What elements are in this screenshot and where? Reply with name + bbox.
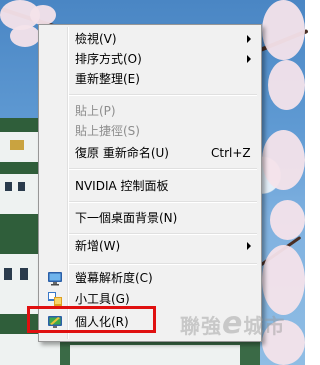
menu-item-label: 小工具(G) xyxy=(75,292,130,306)
castle-ornament xyxy=(10,140,24,150)
castle-window xyxy=(4,268,12,280)
castle-wall xyxy=(0,254,38,314)
menu-item-refresh[interactable]: 重新整理(E) xyxy=(41,69,259,89)
castle-window xyxy=(5,182,12,191)
castle-wall xyxy=(0,174,38,214)
menu-item-label: NVIDIA 控制面板 xyxy=(75,179,169,193)
watermark-e: e xyxy=(222,306,244,341)
personalize-icon xyxy=(48,316,62,328)
menu-item-paste[interactable]: 貼上(P) xyxy=(41,101,259,121)
submenu-arrow-icon xyxy=(247,55,251,63)
menu-separator xyxy=(69,94,257,96)
blossom xyxy=(270,200,305,240)
watermark: 聯強e城市 xyxy=(180,306,285,341)
blossom xyxy=(262,245,305,315)
watermark-prefix: 聯強 xyxy=(180,314,222,338)
blossom xyxy=(30,5,56,25)
castle-roof xyxy=(0,118,38,132)
menu-item-label: 下一個桌面背景(N) xyxy=(75,211,178,225)
castle-roof xyxy=(0,162,38,174)
submenu-arrow-icon xyxy=(247,35,251,43)
menu-separator xyxy=(69,233,257,235)
menu-item-new[interactable]: 新增(W) xyxy=(41,236,259,256)
menu-item-label: 螢幕解析度(C) xyxy=(75,271,153,285)
menu-item-undo-rename[interactable]: 復原 重新命名(U) Ctrl+Z xyxy=(41,143,259,163)
menu-item-label: 貼上(P) xyxy=(75,104,116,118)
menu-item-label: 貼上捷徑(S) xyxy=(75,124,140,138)
watermark-suffix: 城市 xyxy=(243,314,286,338)
blossom xyxy=(262,0,305,60)
menu-item-nvidia-control-panel[interactable]: NVIDIA 控制面板 xyxy=(41,176,259,196)
castle-roof xyxy=(0,314,38,334)
menu-item-next-desktop-background[interactable]: 下一個桌面背景(N) xyxy=(41,208,259,228)
menu-item-label: 新增(W) xyxy=(75,239,121,253)
castle-roof xyxy=(0,214,38,254)
menu-item-sort-by[interactable]: 排序方式(O) xyxy=(41,49,259,69)
menu-item-label: 復原 重新命名(U) xyxy=(75,146,169,160)
menu-separator xyxy=(69,168,257,170)
monitor-icon xyxy=(48,272,62,286)
blossom xyxy=(10,25,40,47)
menu-item-view[interactable]: 檢視(V) xyxy=(41,29,259,49)
menu-separator xyxy=(69,201,257,203)
blossom xyxy=(262,130,305,190)
menu-item-label: 個人化(R) xyxy=(75,315,129,329)
submenu-arrow-icon xyxy=(247,242,251,250)
menu-item-screen-resolution[interactable]: 螢幕解析度(C) xyxy=(41,268,259,288)
menu-item-shortcut: Ctrl+Z xyxy=(211,146,251,160)
castle-window xyxy=(20,268,28,280)
blossom xyxy=(268,60,305,110)
castle-wall xyxy=(70,345,240,365)
gadgets-icon xyxy=(48,292,62,306)
menu-item-label: 重新整理(E) xyxy=(75,72,140,86)
castle-window xyxy=(18,182,25,191)
menu-item-label: 檢視(V) xyxy=(75,32,117,46)
desktop-context-menu: 檢視(V) 排序方式(O) 重新整理(E) 貼上(P) 貼上捷徑(S) 復原 重… xyxy=(38,24,262,342)
menu-separator xyxy=(69,263,257,265)
menu-item-label: 排序方式(O) xyxy=(75,52,142,66)
menu-item-paste-shortcut[interactable]: 貼上捷徑(S) xyxy=(41,121,259,141)
